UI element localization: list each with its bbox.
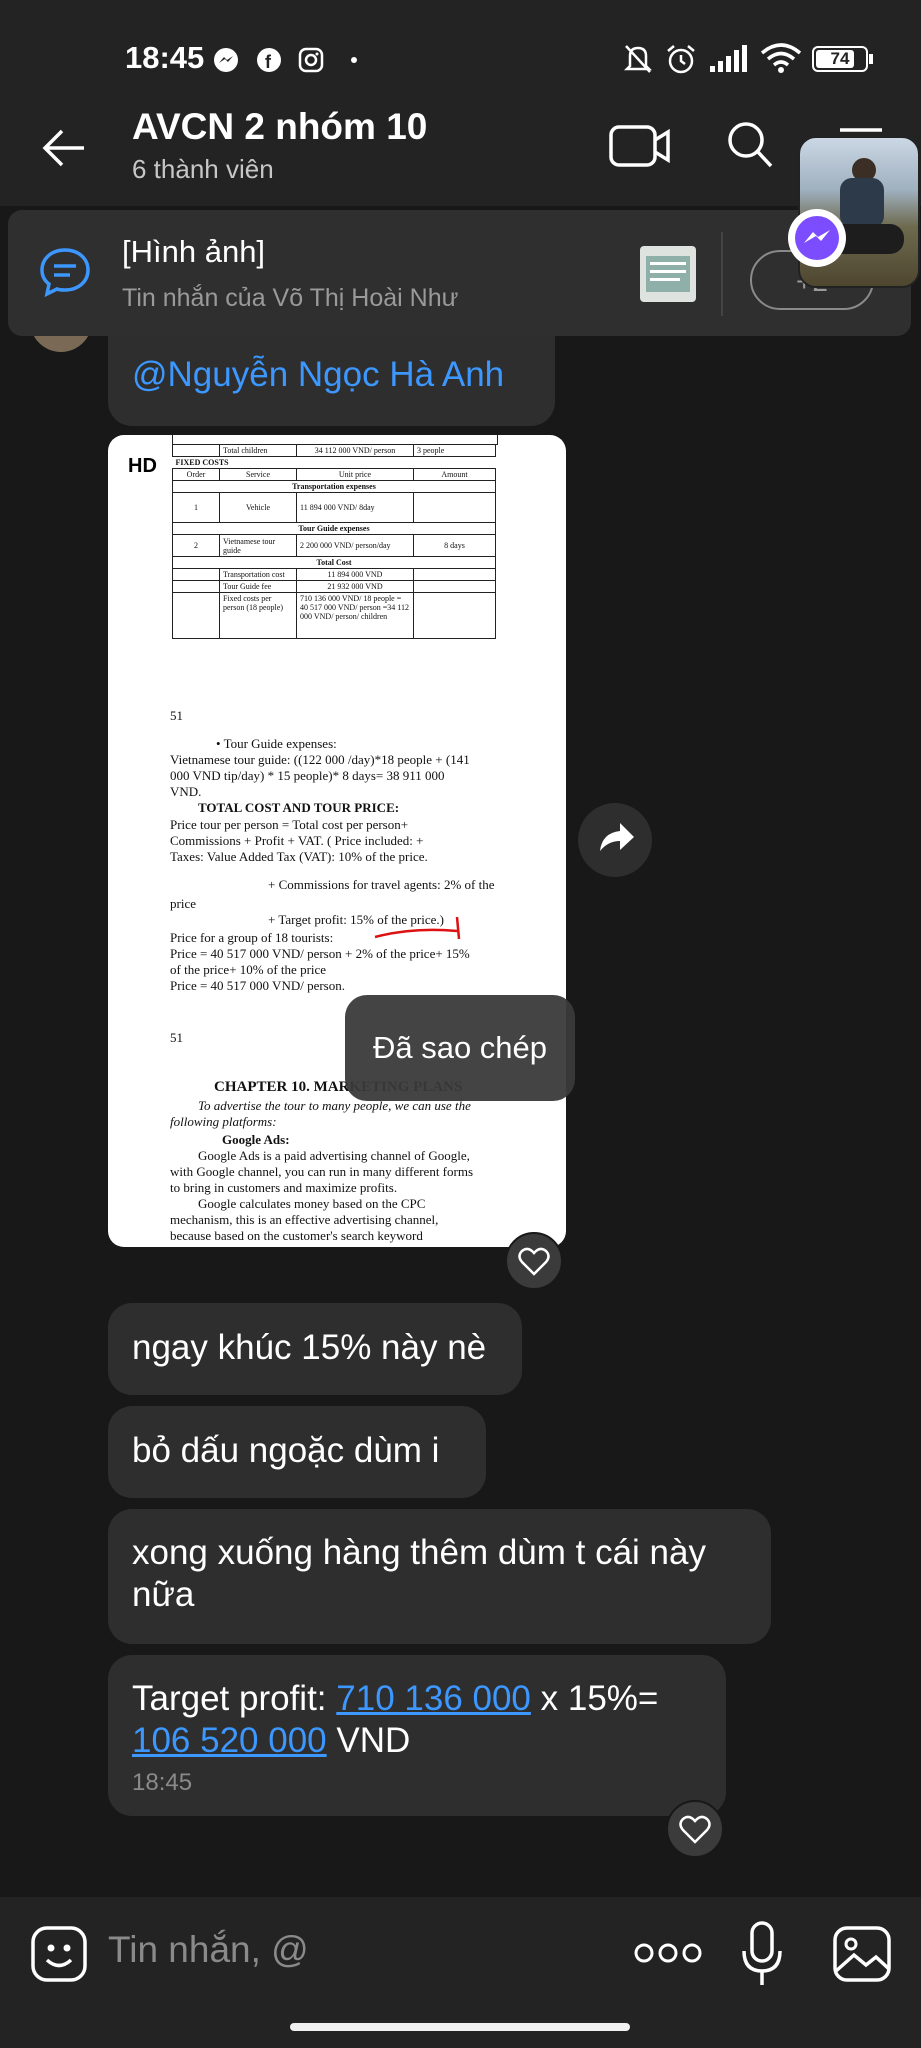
more-options-icon[interactable] (632, 1941, 704, 1965)
image-picker-icon[interactable] (832, 1925, 892, 1983)
mute-icon (623, 45, 653, 73)
message-text-suffix: VND (326, 1721, 411, 1760)
chapter-line: with Google channel, you can run in many… (170, 1164, 474, 1179)
cost-table: Total children 34 112 000 VND/ person 3 pe… (172, 444, 496, 639)
pinned-message-bar[interactable]: [Hình ảnh] Tin nhắn của Võ Thị Hoài Như … (8, 210, 911, 336)
message-bubble[interactable]: @Nguyễn Ngọc Hà Anh (108, 336, 555, 426)
chapter-line: because based on the customer's search k… (170, 1228, 423, 1243)
message-text: ngay khúc 15% này nè (132, 1328, 487, 1367)
wifi-icon (760, 43, 802, 73)
image-message[interactable]: HD Total children 34 112 000 VND/ person 3… (108, 435, 566, 1247)
document-line: of the price+ 10% of the price (170, 962, 327, 977)
conversation-title[interactable]: AVCN 2 nhóm 10 (132, 106, 427, 148)
message-bubble[interactable]: bỏ dấu ngoặc dùm i (108, 1406, 486, 1498)
alarm-icon (667, 45, 695, 74)
document-line: Price = 40 517 000 VND/ person. (170, 978, 345, 993)
member-count[interactable]: 6 thành viên (132, 154, 274, 185)
search-icon[interactable] (726, 120, 774, 170)
battery-tip (869, 54, 873, 64)
messenger-icon[interactable] (786, 207, 848, 269)
react-button[interactable] (505, 1232, 563, 1290)
back-arrow-icon[interactable] (40, 126, 88, 170)
document-line: + Commissions for travel agents: 2% of t… (268, 877, 495, 892)
battery-level: 74 (830, 49, 850, 68)
chapter-line: to bring in customers and maximize profi… (170, 1180, 398, 1195)
message-time: 18:45 (132, 1769, 193, 1796)
sticker-icon[interactable] (30, 1925, 88, 1983)
document-line: Price tour per person = Total cost per p… (170, 817, 409, 832)
pinned-thumbnail[interactable] (640, 246, 696, 302)
chapter-line: mechanism, this is an effective advertis… (170, 1212, 439, 1227)
status-bar: 18:45 f 74 (0, 0, 921, 90)
message-text-prefix: Target profit: (132, 1679, 337, 1718)
instagram-notification-icon (298, 47, 324, 73)
document-line: Commissions + Profit + VAT. ( Price incl… (170, 833, 424, 848)
red-pen-mark (374, 916, 461, 940)
message-text: xong xuống hàng thêm dùm t cái này nữa (132, 1533, 706, 1614)
document-line: Vietnamese tour guide: ((122 000 /day)*1… (170, 752, 470, 767)
messenger-notification-icon (214, 48, 238, 72)
mention-link[interactable]: @Nguyễn Ngọc Hà Anh (132, 355, 504, 394)
video-call-icon[interactable] (608, 122, 672, 170)
pinned-divider (721, 232, 723, 316)
copied-toast: Đã sao chép (345, 995, 575, 1101)
message-input[interactable]: Tin nhắn, @ (108, 1929, 309, 1971)
message-bubble[interactable]: Target profit: 710 136 000 x 15%= 106 52… (108, 1655, 726, 1816)
hd-badge: HD (128, 455, 157, 477)
chapter-line: Google Ads: (222, 1132, 290, 1147)
heart-icon (679, 1815, 711, 1844)
chapter-line: Google calculates money based on the CPC (198, 1196, 426, 1211)
home-indicator[interactable] (290, 2023, 630, 2031)
chapter-line: To advertise the tour to many people, we… (198, 1098, 471, 1113)
document-line: TOTAL COST AND TOUR PRICE: (198, 800, 400, 815)
share-button[interactable] (578, 803, 652, 877)
message-bubble[interactable]: ngay khúc 15% này nè (108, 1303, 522, 1395)
document-line: 000 VND tip/day) * 15 people)* 8 days= 3… (170, 768, 445, 783)
pinned-title: [Hình ảnh] (122, 234, 266, 269)
message-text: bỏ dấu ngoặc dùm i (132, 1431, 440, 1470)
chapter-line: Google Ads is a paid advertising channel… (198, 1148, 470, 1163)
microphone-icon[interactable] (740, 1921, 784, 1987)
heart-icon (518, 1247, 550, 1276)
document-line: Taxes: Value Added Tax (VAT): 10% of the… (170, 849, 428, 864)
chat-header: AVCN 2 nhóm 10 6 thành viên (0, 90, 921, 206)
document-line: Price = 40 517 000 VND/ person + 2% of t… (170, 946, 470, 961)
message-bubble[interactable]: xong xuống hàng thêm dùm t cái này nữa (108, 1509, 771, 1644)
document-line: price (170, 896, 196, 911)
share-arrow-icon (600, 823, 634, 851)
pinned-sender: Tin nhắn của Võ Thị Hoài Như (122, 284, 459, 312)
composer-bar: Tin nhắn, @ (0, 1897, 921, 2048)
message-text-mid: x 15%= (530, 1679, 659, 1718)
battery-icon: 74 (812, 46, 868, 72)
document-line: Price for a group of 18 tourists: (170, 930, 334, 945)
svg-text:f: f (265, 52, 272, 72)
chat-bubble-icon (40, 248, 90, 298)
document-line: VND. (170, 784, 202, 799)
number-link[interactable]: 710 136 000 (336, 1679, 531, 1718)
signal-icon (710, 45, 747, 72)
document-line: • Tour Guide expenses: (216, 736, 337, 751)
page-number: 51 (170, 708, 183, 723)
status-time: 18:45 (125, 40, 205, 75)
react-button[interactable] (666, 1800, 724, 1858)
number-link[interactable]: 106 520 000 (132, 1721, 327, 1760)
chapter-line: following platforms: (170, 1114, 277, 1129)
facebook-notification-icon: f (257, 48, 281, 72)
more-notifications-dot-icon (351, 57, 357, 63)
page-number-2: 51 (170, 1030, 183, 1045)
